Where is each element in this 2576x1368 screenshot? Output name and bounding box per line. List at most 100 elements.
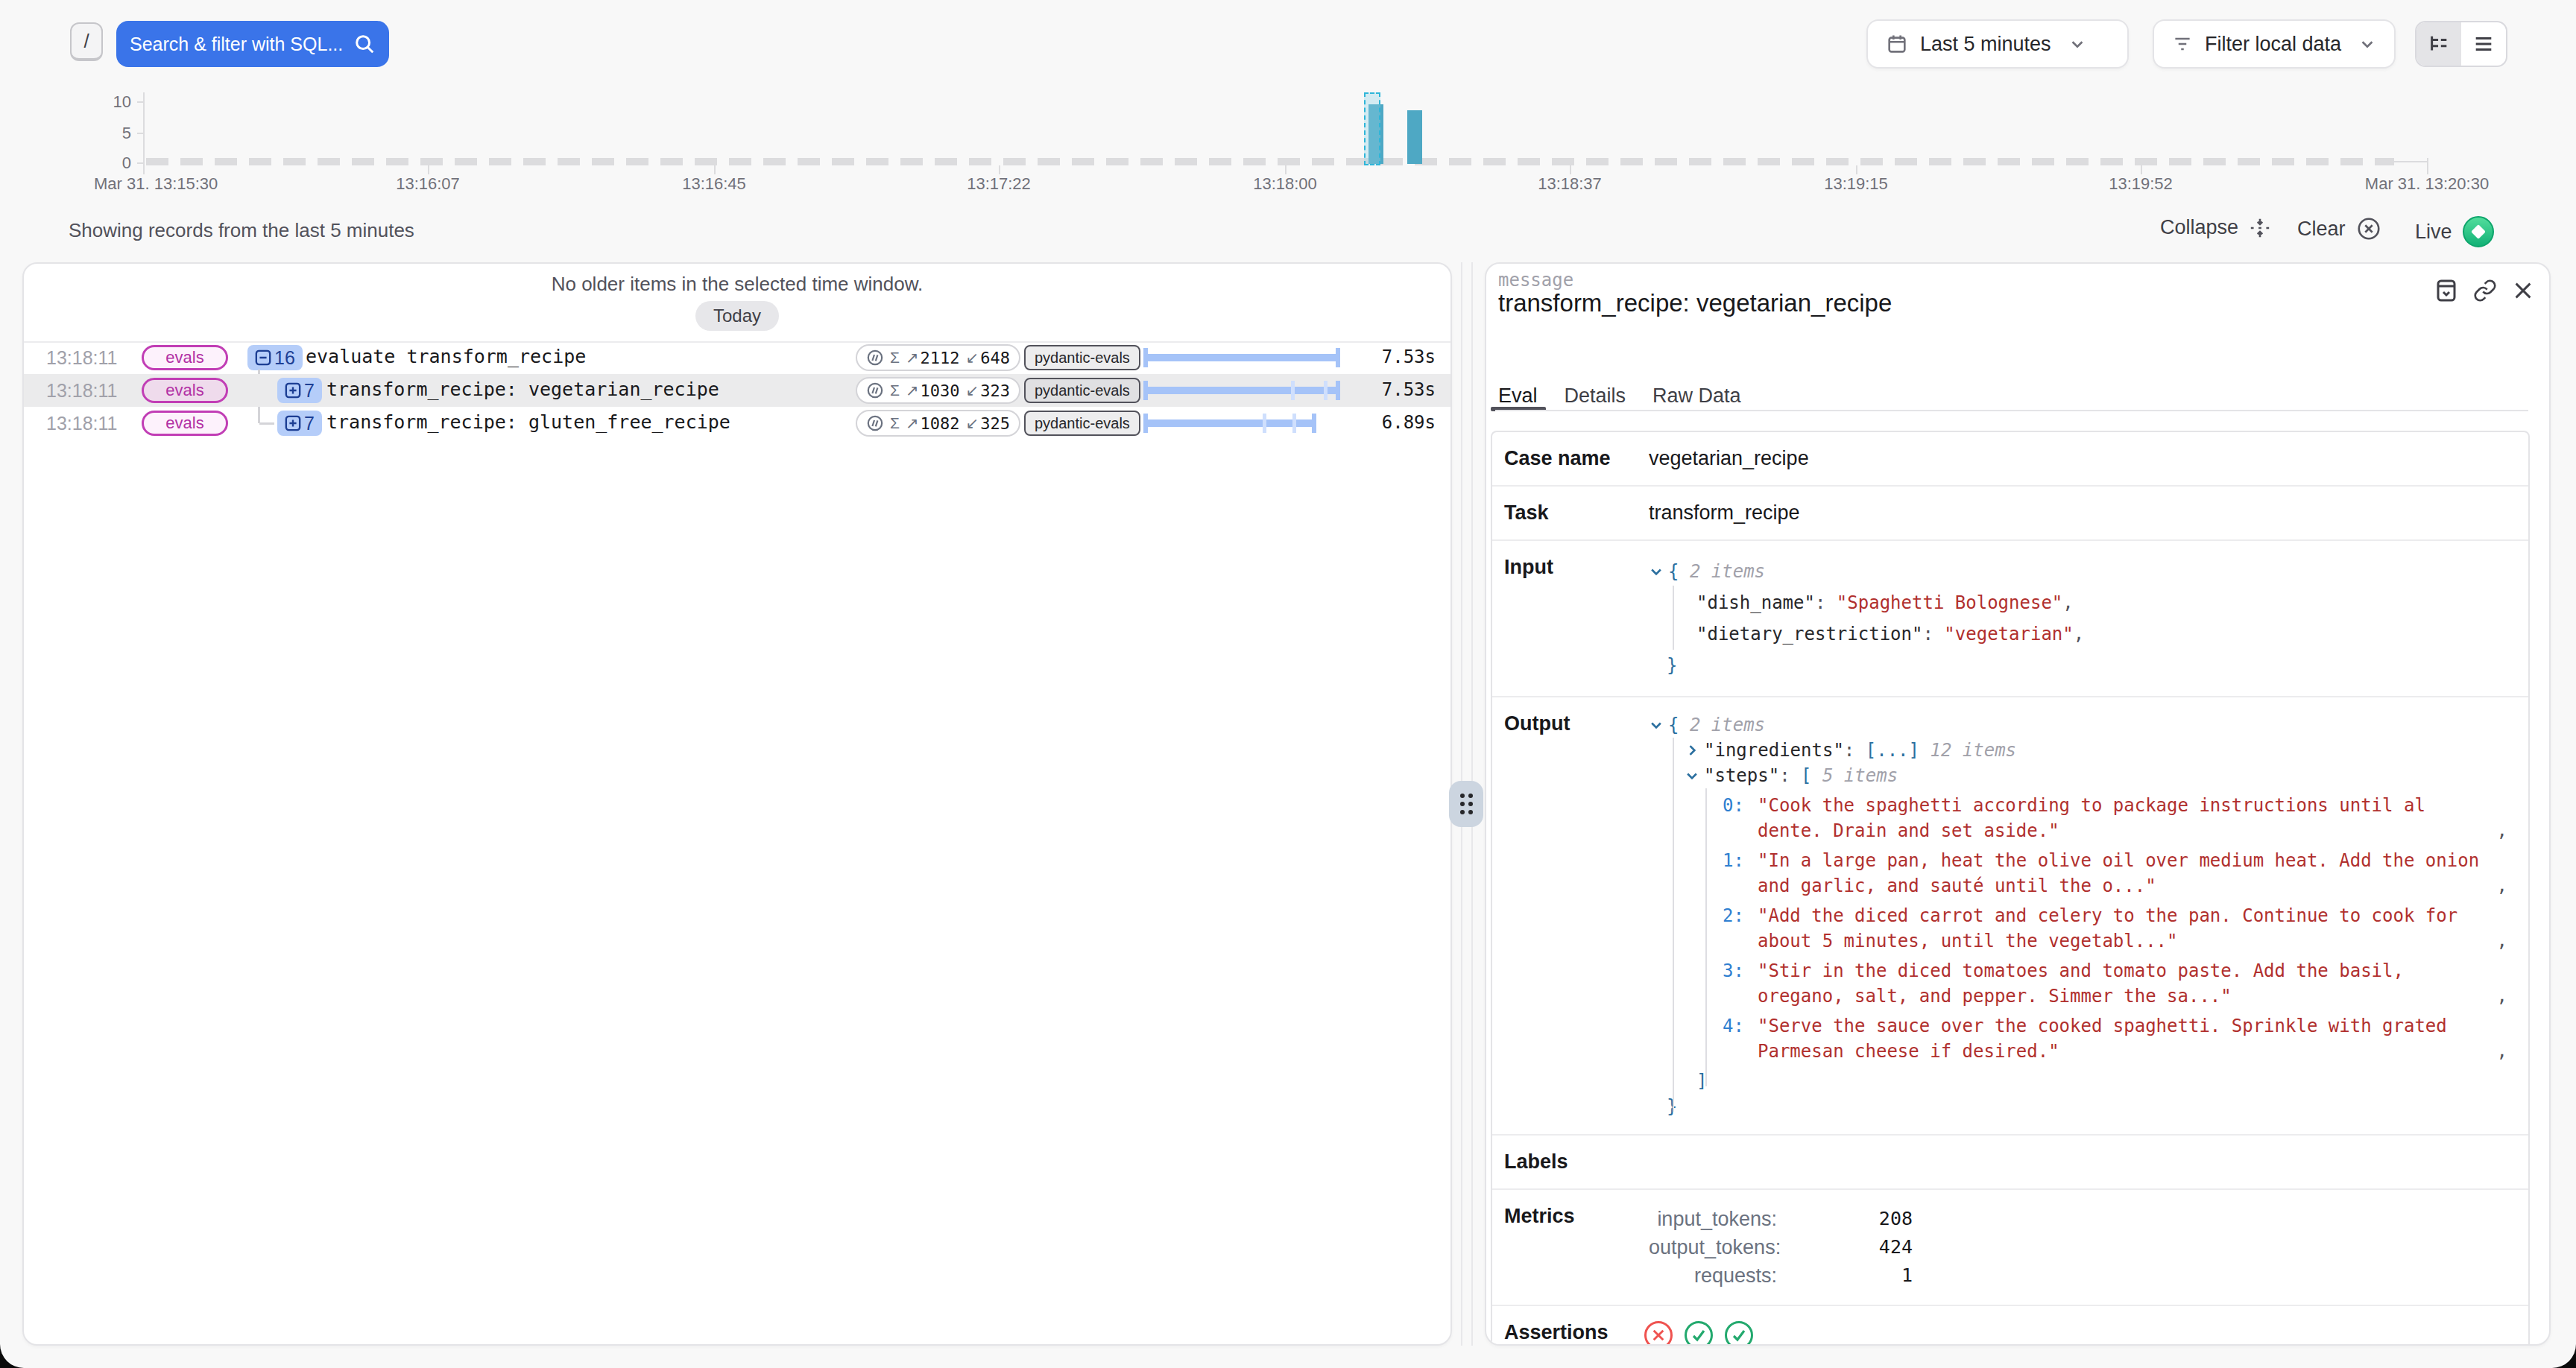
clear-button[interactable]: Clear bbox=[2297, 216, 2381, 241]
close-icon[interactable] bbox=[2512, 279, 2534, 302]
case-name-label: Case name bbox=[1492, 432, 1641, 485]
chevron-down-icon bbox=[2359, 36, 2375, 52]
live-indicator-icon bbox=[2463, 216, 2494, 247]
trace-row[interactable]: 13:18:11 evals 16 evaluate transform_rec… bbox=[24, 341, 1450, 374]
assertions-label: Assertions bbox=[1492, 1306, 1641, 1346]
x-tick-mark bbox=[1570, 165, 1571, 174]
list-view-button[interactable] bbox=[2461, 22, 2506, 66]
drag-dots-icon bbox=[1460, 794, 1473, 814]
evals-tag-badge[interactable]: evals bbox=[142, 411, 228, 436]
tokens-icon bbox=[866, 381, 884, 399]
output-row: Output { 2 items "ingredients": [...] 12… bbox=[1492, 696, 2528, 1134]
x-tick-mark bbox=[714, 165, 716, 174]
link-icon[interactable] bbox=[2473, 279, 2497, 303]
scope-badge[interactable]: pydantic-evals bbox=[1024, 411, 1140, 436]
panel-resize-handle[interactable] bbox=[1449, 781, 1483, 827]
metric-line: requests:1 bbox=[1649, 1261, 2507, 1290]
assertions-row: Assertions bbox=[1492, 1305, 2528, 1346]
x-axis-label: Mar 31. 13:15:30 bbox=[94, 174, 218, 194]
live-button[interactable]: Live bbox=[2415, 216, 2494, 247]
output-tokens-count: 648 bbox=[980, 349, 1010, 367]
steps-item: 4:"Serve the sauce over the cooked spagh… bbox=[1649, 1013, 2507, 1064]
x-axis-label: 13:19:52 bbox=[2109, 174, 2173, 194]
y-tick-mark bbox=[137, 101, 145, 103]
y-axis-tick: 10 bbox=[60, 92, 131, 112]
expand-children-badge[interactable]: 7 bbox=[277, 378, 322, 403]
clear-label: Clear bbox=[2297, 218, 2346, 241]
time-range-label: Last 5 minutes bbox=[1920, 33, 2051, 56]
labels-label: Labels bbox=[1492, 1136, 1641, 1188]
caret-down-icon[interactable] bbox=[1649, 718, 1664, 732]
duration-text: 7.53s bbox=[1382, 379, 1436, 400]
tab-eval[interactable]: Eval bbox=[1498, 384, 1538, 408]
span-name[interactable]: evaluate transform_recipe bbox=[306, 346, 586, 367]
showing-records-text: Showing records from the last 5 minutes bbox=[69, 219, 414, 242]
steps-item: 3:"Stir in the diced tomatoes and tomato… bbox=[1649, 958, 2507, 1009]
detail-title: transform_recipe: vegetarian_recipe bbox=[1498, 289, 1892, 317]
today-badge[interactable]: Today bbox=[695, 301, 779, 331]
x-axis-label: 13:16:45 bbox=[682, 174, 746, 194]
duration-text: 7.53s bbox=[1382, 346, 1436, 367]
trace-list-panel: No older items in the selected time wind… bbox=[22, 262, 1452, 1346]
output-json-viewer: { 2 items "ingredients": [...] 12 items … bbox=[1641, 697, 2528, 1134]
duration-bar[interactable] bbox=[1143, 341, 1340, 374]
calendar-icon bbox=[1886, 33, 1908, 55]
histogram-selection[interactable] bbox=[1364, 92, 1380, 165]
dock-panel-icon[interactable] bbox=[2434, 279, 2458, 303]
slash-key-label: / bbox=[83, 30, 89, 53]
caret-down-icon[interactable] bbox=[1685, 768, 1699, 783]
row-timestamp: 13:18:11 bbox=[46, 380, 117, 402]
filter-local-dropdown[interactable]: Filter local data bbox=[2153, 19, 2396, 69]
arrow-up-right-icon: ↗ bbox=[906, 414, 919, 432]
duration-text: 6.89s bbox=[1382, 412, 1436, 433]
collapse-children-badge[interactable]: 16 bbox=[247, 345, 303, 370]
assertion-fail-icon[interactable] bbox=[1644, 1321, 1673, 1346]
time-range-dropdown[interactable]: Last 5 minutes bbox=[1866, 19, 2129, 69]
y-tick-mark bbox=[137, 133, 145, 134]
output-tokens-count: 323 bbox=[980, 381, 1010, 400]
trace-row[interactable]: 13:18:11 evals 7 transform_recipe: glute… bbox=[24, 407, 1450, 440]
x-tick-mark bbox=[2141, 165, 2142, 174]
tree-view-icon bbox=[2428, 33, 2450, 55]
live-label: Live bbox=[2415, 221, 2452, 244]
arrow-down-left-icon: ↙ bbox=[966, 381, 979, 399]
tab-raw-data[interactable]: Raw Data bbox=[1652, 384, 1741, 408]
labels-row: Labels bbox=[1492, 1134, 2528, 1188]
scope-badge[interactable]: pydantic-evals bbox=[1024, 345, 1140, 370]
tabs-divider bbox=[1495, 410, 2528, 411]
caret-right-icon[interactable] bbox=[1685, 743, 1699, 758]
tree-view-button[interactable] bbox=[2416, 22, 2461, 66]
arrow-down-left-icon: ↙ bbox=[966, 414, 979, 432]
task-label: Task bbox=[1492, 487, 1641, 539]
sigma-icon: Σ bbox=[890, 381, 900, 399]
span-name[interactable]: transform_recipe: gluten_free_recipe bbox=[326, 411, 730, 433]
token-usage-badge: Σ ↗1030 ↙323 bbox=[856, 377, 1020, 404]
x-axis-label: 13:18:37 bbox=[1538, 174, 1602, 194]
tab-details[interactable]: Details bbox=[1565, 384, 1626, 408]
input-json-viewer: { 2 items "dish_name": "Spaghetti Bologn… bbox=[1641, 541, 2528, 696]
duration-bar[interactable] bbox=[1143, 374, 1340, 407]
items-count: 2 items bbox=[1690, 715, 1765, 735]
scope-badge[interactable]: pydantic-evals bbox=[1024, 378, 1140, 403]
metrics-label: Metrics bbox=[1492, 1190, 1641, 1305]
x-tick-mark bbox=[1285, 165, 1287, 174]
expand-children-badge[interactable]: 7 bbox=[277, 411, 322, 436]
span-name[interactable]: transform_recipe: vegetarian_recipe bbox=[326, 379, 719, 400]
input-tokens-count: 2112 bbox=[921, 349, 960, 367]
items-count: 12 items bbox=[1930, 740, 2016, 761]
indent-guide bbox=[1673, 586, 1674, 650]
collapse-button[interactable]: Collapse bbox=[2160, 216, 2271, 239]
evals-tag-badge[interactable]: evals bbox=[142, 378, 228, 403]
caret-down-icon[interactable] bbox=[1649, 564, 1664, 579]
trace-row-selected[interactable]: 13:18:11 evals 7 transform_recipe: veget… bbox=[24, 374, 1450, 407]
assertion-pass-icon[interactable] bbox=[1685, 1321, 1713, 1346]
evals-tag-badge[interactable]: evals bbox=[142, 345, 228, 370]
duration-bar[interactable] bbox=[1143, 407, 1316, 440]
detail-panel: message transform_recipe: vegetarian_rec… bbox=[1485, 262, 2551, 1346]
case-name-row: Case name vegetarian_recipe bbox=[1492, 432, 2528, 485]
assertion-pass-icon[interactable] bbox=[1725, 1321, 1753, 1346]
arrow-down-left-icon: ↙ bbox=[966, 349, 979, 367]
search-button[interactable]: Search & filter with SQL... bbox=[116, 21, 389, 67]
x-axis-label: Mar 31. 13:20:30 bbox=[2365, 174, 2489, 194]
histogram-bar[interactable] bbox=[1407, 110, 1422, 164]
